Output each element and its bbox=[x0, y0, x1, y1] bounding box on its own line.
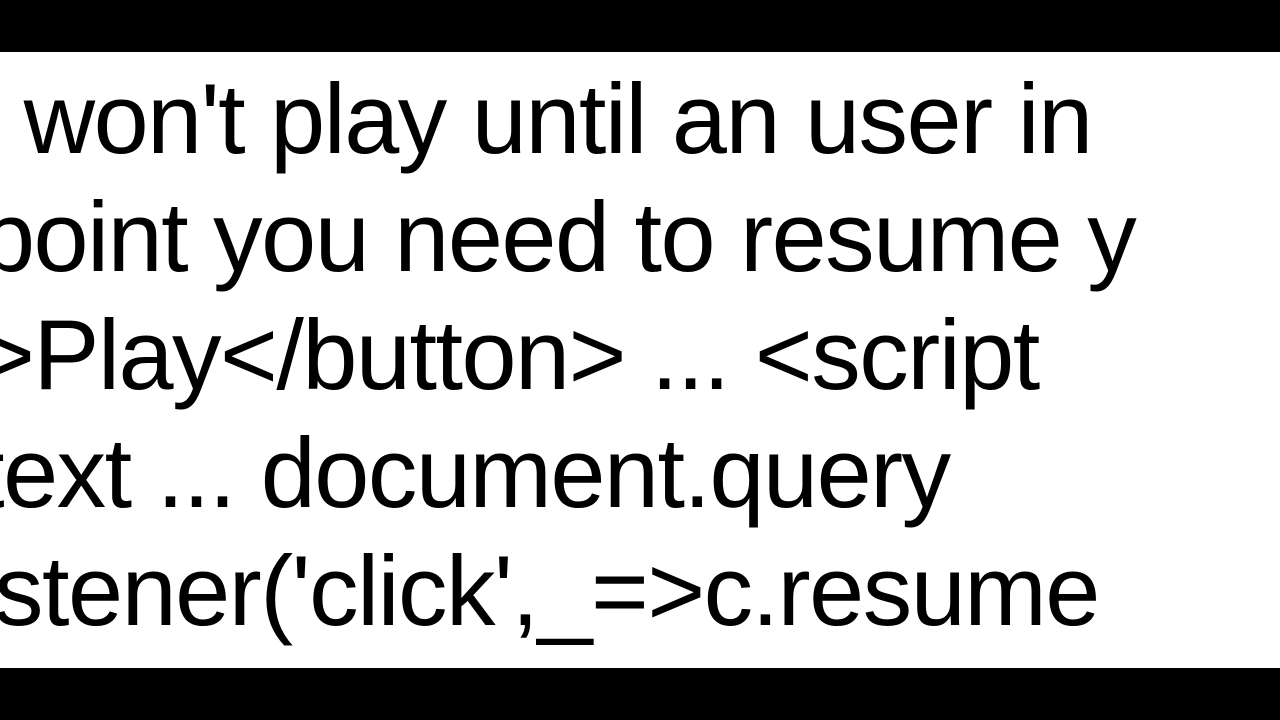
text-line-2: point you need to resume y bbox=[0, 180, 1135, 295]
text-line-4: ontext ... document.query bbox=[0, 416, 950, 531]
text-line-1: dio won't play until an user in bbox=[0, 62, 1092, 177]
text-viewport: dio won't play until an user in point yo… bbox=[0, 52, 1280, 668]
text-line-5: Listener('click',_=>c.resume bbox=[0, 534, 1099, 649]
text-line-3: on>Play</button> ... <script bbox=[0, 298, 1039, 413]
